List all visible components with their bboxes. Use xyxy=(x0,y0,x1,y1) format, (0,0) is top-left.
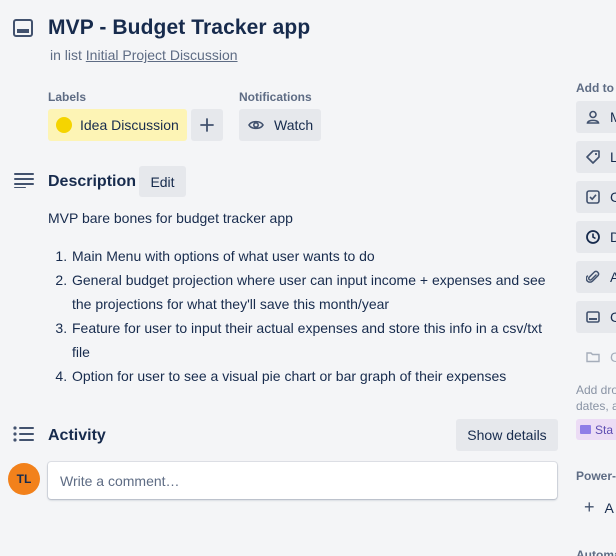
watch-label: Watch xyxy=(274,117,314,133)
folder-icon xyxy=(586,352,600,363)
label-text: Idea Discussion xyxy=(80,117,179,133)
list-item: General budget projection where user can… xyxy=(71,268,548,316)
power-ups-heading: Power-U xyxy=(576,469,616,483)
activity-icon xyxy=(13,426,35,447)
labels-button[interactable]: La xyxy=(576,141,616,173)
attachment-label: A xyxy=(610,269,616,285)
activity-heading: Activity xyxy=(48,427,106,444)
briefcase-icon xyxy=(580,425,591,434)
eye-icon xyxy=(248,120,264,130)
card-cover-icon xyxy=(586,311,600,323)
automation-heading: Automa xyxy=(576,548,616,556)
labels-label: La xyxy=(610,149,616,165)
plus-icon xyxy=(200,118,214,132)
dates-button[interactable]: D xyxy=(576,221,616,253)
edit-description-button[interactable]: Edit xyxy=(139,166,186,197)
description-list: Main Menu with options of what user want… xyxy=(48,244,548,388)
label-color-dot xyxy=(56,117,72,133)
comment-input[interactable] xyxy=(48,462,557,499)
members-label: M xyxy=(610,109,616,125)
dates-label: D xyxy=(610,229,616,245)
add-to-card-heading: Add to xyxy=(576,81,614,95)
in-list-prefix: in list xyxy=(50,47,82,63)
paperclip-icon xyxy=(586,270,600,283)
start-badge-label: Sta xyxy=(595,422,614,437)
description-heading: Description xyxy=(48,173,137,190)
notifications-heading: Notifications xyxy=(239,90,312,104)
list-item: Main Menu with options of what user want… xyxy=(71,244,548,268)
checklist-label: C xyxy=(610,189,616,205)
plus-icon: + xyxy=(584,497,595,517)
list-link[interactable]: Initial Project Discussion xyxy=(86,47,238,63)
clock-icon xyxy=(586,230,600,244)
members-button[interactable]: M xyxy=(576,101,616,133)
cover-label: C xyxy=(610,309,616,325)
card-title[interactable]: MVP - Budget Tracker app xyxy=(48,16,310,40)
card-icon xyxy=(13,19,33,37)
list-item: Option for user to see a visual pie char… xyxy=(71,364,548,388)
show-details-button[interactable]: Show details xyxy=(456,419,558,451)
cover-button[interactable]: C xyxy=(576,301,616,333)
custom-fields-label: C xyxy=(610,349,616,365)
watch-button[interactable]: Watch xyxy=(239,109,321,141)
person-icon xyxy=(586,110,600,124)
in-list-text: in list Initial Project Discussion xyxy=(50,47,238,63)
checklist-icon xyxy=(586,190,600,204)
description-intro: MVP bare bones for budget tracker app xyxy=(48,210,293,226)
sidebar-note: Add dro dates, a xyxy=(576,382,616,414)
add-power-ups-button[interactable]: + A xyxy=(584,497,614,518)
start-free-trial-badge[interactable]: Sta xyxy=(576,419,616,440)
add-label-button[interactable] xyxy=(191,109,223,141)
sidebar-note-line: dates, a xyxy=(576,399,616,413)
checklist-button[interactable]: C xyxy=(576,181,616,213)
sidebar-note-line: Add dro xyxy=(576,383,616,397)
description-icon xyxy=(14,172,34,193)
avatar[interactable]: TL xyxy=(8,463,40,495)
list-item: Feature for user to input their actual e… xyxy=(71,316,548,364)
custom-fields-button[interactable]: C xyxy=(576,341,616,373)
tag-icon xyxy=(586,150,600,164)
labels-heading: Labels xyxy=(48,90,87,104)
add-power-ups-label: A xyxy=(604,500,614,516)
label-chip[interactable]: Idea Discussion xyxy=(48,109,187,141)
attachment-button[interactable]: A xyxy=(576,261,616,293)
